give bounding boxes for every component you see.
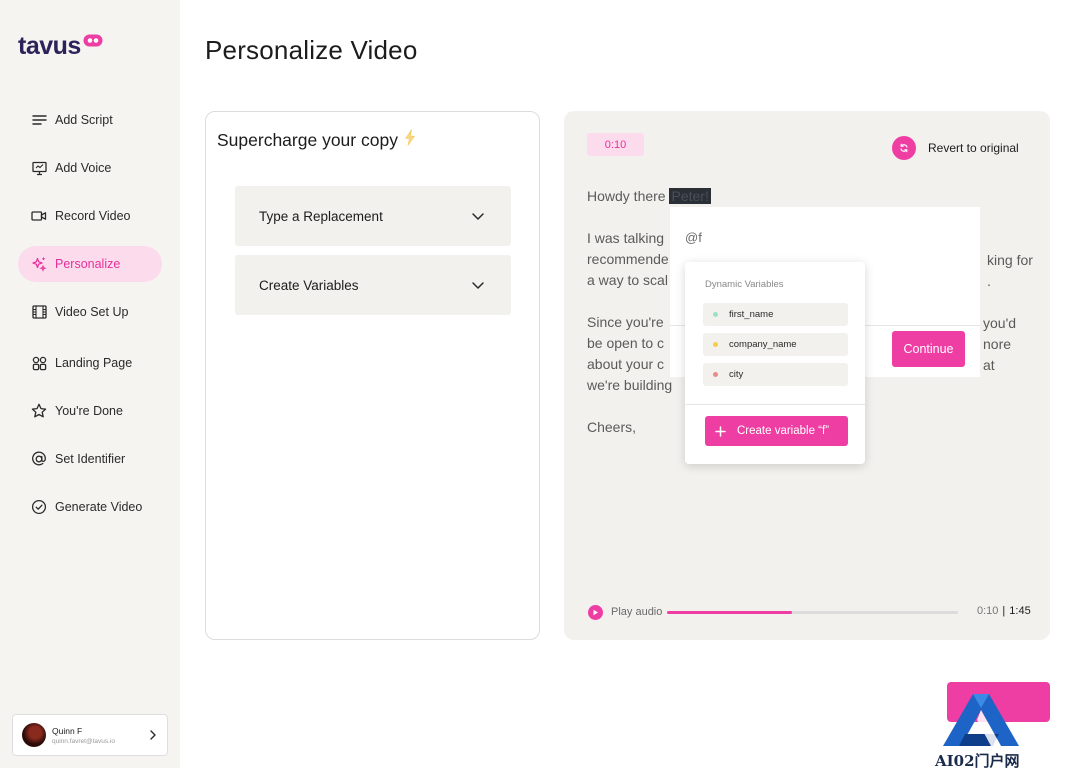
sidebar-item-label: Generate Video [55, 500, 143, 514]
script-fragment: nore [983, 336, 1012, 352]
star-icon [31, 403, 47, 419]
script-fragment: . [987, 273, 991, 289]
lines-icon [31, 112, 47, 128]
play-icon[interactable] [588, 604, 603, 620]
accordion-label: Create Variables [259, 277, 359, 293]
script-line: Howdy there Peter! [587, 186, 1037, 207]
sidebar-item-personalize[interactable]: Personalize [18, 246, 162, 282]
script-fragment: at [983, 357, 995, 373]
variable-label: city [729, 369, 744, 380]
color-dot [713, 342, 718, 347]
dropdown-title: Dynamic Variables [705, 279, 784, 290]
chevron-down-icon [471, 278, 485, 293]
accordion-type-replacement[interactable]: Type a Replacement [235, 186, 511, 246]
total-time: 1:45 [1009, 605, 1031, 617]
script-fragment: we're building [587, 377, 673, 393]
dynamic-variables-dropdown: Dynamic Variables first_name company_nam… [685, 262, 865, 464]
sidebar-item-video-set-up[interactable]: Video Set Up [18, 294, 162, 330]
sidebar-item-label: Add Voice [55, 161, 112, 175]
create-variable-label: Create variable “f” [737, 425, 830, 437]
sidebar-item-youre-done[interactable]: You're Done [18, 393, 162, 429]
audio-player: Play audio 0:10 | 1:45 [588, 604, 1032, 620]
sidebar-item-set-identifier[interactable]: Set Identifier [18, 441, 162, 477]
grid-icon [31, 355, 47, 371]
timestamp-badge: 0:10 [587, 133, 644, 156]
divider [685, 404, 865, 405]
tavus-logo[interactable]: tavus [18, 34, 103, 59]
create-variable-button[interactable]: Create variable “f” [705, 416, 848, 446]
script-fragment: king for [987, 252, 1033, 268]
at-icon [31, 451, 47, 467]
color-dot [713, 312, 718, 317]
presentation-icon [31, 160, 47, 176]
script-fragment: a way to scal [587, 272, 668, 288]
sidebar-item-label: Set Identifier [55, 452, 126, 466]
user-email: quinn.favret@tavus.io [52, 737, 115, 745]
replacement-input[interactable]: @f [685, 230, 702, 245]
highlighted-variable[interactable]: Peter! [669, 188, 711, 204]
sidebar-item-label: You're Done [55, 404, 123, 418]
script-preview-panel: 0:10 Revert to original Howdy there Pete… [564, 111, 1050, 640]
lightning-icon [404, 129, 416, 151]
color-dot [713, 372, 718, 377]
user-name: Quinn F [52, 725, 83, 736]
script-greeting: Howdy there [587, 188, 666, 204]
sidebar-item-label: Record Video [55, 209, 131, 223]
sidebar-item-landing-page[interactable]: Landing Page [18, 345, 162, 381]
revert-button[interactable]: Revert to original [892, 136, 1019, 160]
variable-option-first-name[interactable]: first_name [703, 303, 848, 326]
video-camera-icon [31, 208, 47, 224]
sparkles-icon [31, 256, 47, 272]
plus-icon [715, 425, 726, 437]
script-fragment: you'd [983, 315, 1017, 331]
revert-label: Revert to original [928, 141, 1019, 155]
sidebar-item-label: Video Set Up [55, 305, 129, 319]
sidebar-item-label: Personalize [55, 257, 121, 271]
script-fragment: Since you're [587, 314, 664, 330]
audio-progress-track[interactable] [667, 611, 958, 614]
script-fragment: be open to c [587, 335, 665, 351]
play-audio-label[interactable]: Play audio [611, 606, 662, 618]
script-fragment: recommende [587, 251, 669, 267]
panel-title-text: Supercharge your copy [217, 129, 398, 150]
script-fragment: about your c [587, 356, 665, 372]
variable-label: first_name [729, 309, 774, 320]
sidebar-item-generate-video[interactable]: Generate Video [18, 489, 162, 525]
chevron-right-icon[interactable] [149, 728, 157, 746]
sidebar-item-add-script[interactable]: Add Script [18, 102, 162, 138]
sidebar-item-label: Add Script [55, 113, 113, 127]
page-title: Personalize Video [205, 35, 418, 65]
time-separator: | [1002, 605, 1006, 617]
chevron-down-icon [471, 209, 485, 224]
accordion-label: Type a Replacement [259, 208, 383, 224]
logo-text: tavus [18, 32, 81, 60]
audio-time: 0:10 | 1:45 [977, 605, 1031, 617]
film-icon [31, 304, 47, 320]
current-time: 0:10 [977, 605, 999, 617]
panel-title: Supercharge your copy [217, 129, 416, 151]
sidebar-item-record-video[interactable]: Record Video [18, 198, 162, 234]
check-circle-icon [31, 499, 47, 515]
sidebar-item-label: Landing Page [55, 356, 133, 370]
logo-mark-icon [83, 34, 103, 52]
continue-button[interactable]: Continue [892, 331, 965, 367]
sidebar: tavus Add Script Add Voice Record Video … [0, 0, 180, 768]
script-fragment: I was talking [587, 230, 665, 246]
variable-option-city[interactable]: city [703, 363, 848, 386]
avatar [22, 723, 46, 747]
watermark-text: AI02门户网 [935, 752, 1020, 768]
variable-option-company-name[interactable]: company_name [703, 333, 848, 356]
accordion-create-variables[interactable]: Create Variables [235, 255, 511, 315]
audio-progress-fill [667, 611, 793, 614]
refresh-icon [892, 136, 916, 160]
copy-panel: Supercharge your copy Type a Replacement… [205, 111, 540, 640]
variable-label: company_name [729, 339, 797, 350]
user-menu[interactable]: Quinn F quinn.favret@tavus.io [12, 714, 168, 756]
sidebar-item-add-voice[interactable]: Add Voice [18, 150, 162, 186]
